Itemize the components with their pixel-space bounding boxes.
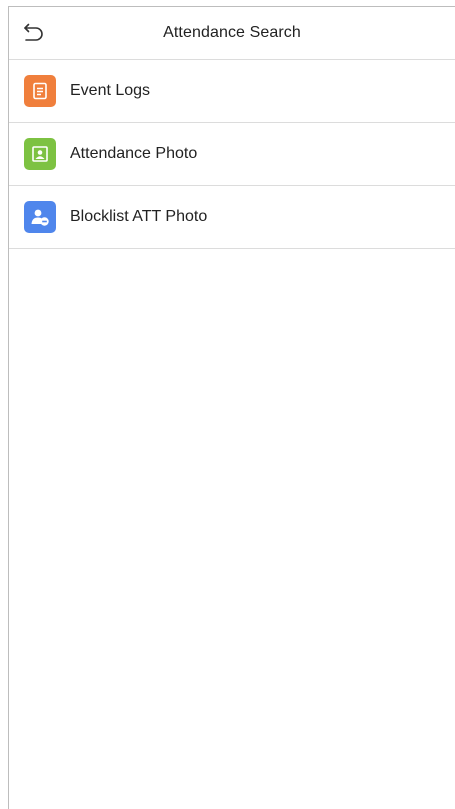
menu-item-label: Event Logs bbox=[70, 82, 151, 99]
menu-item-label: Attendance Photo bbox=[70, 145, 198, 162]
header-bar: Attendance Search bbox=[9, 7, 455, 60]
attendance-photo-icon bbox=[24, 138, 56, 170]
event-logs-icon bbox=[24, 75, 56, 107]
back-button[interactable] bbox=[19, 21, 45, 45]
blocklist-photo-icon bbox=[24, 201, 56, 233]
page-title: Attendance Search bbox=[163, 24, 301, 41]
menu-item-attendance-photo[interactable]: Attendance Photo bbox=[9, 123, 455, 186]
menu-list: Event Logs Attendance Photo Blocklist AT… bbox=[9, 60, 455, 249]
menu-item-blocklist-att-photo[interactable]: Blocklist ATT Photo bbox=[9, 186, 455, 249]
menu-item-label: Blocklist ATT Photo bbox=[70, 208, 208, 225]
attendance-search-screen: Attendance Search Event Logs Attendance … bbox=[8, 6, 455, 809]
back-arrow-icon bbox=[24, 23, 43, 41]
menu-item-event-logs[interactable]: Event Logs bbox=[9, 60, 455, 123]
